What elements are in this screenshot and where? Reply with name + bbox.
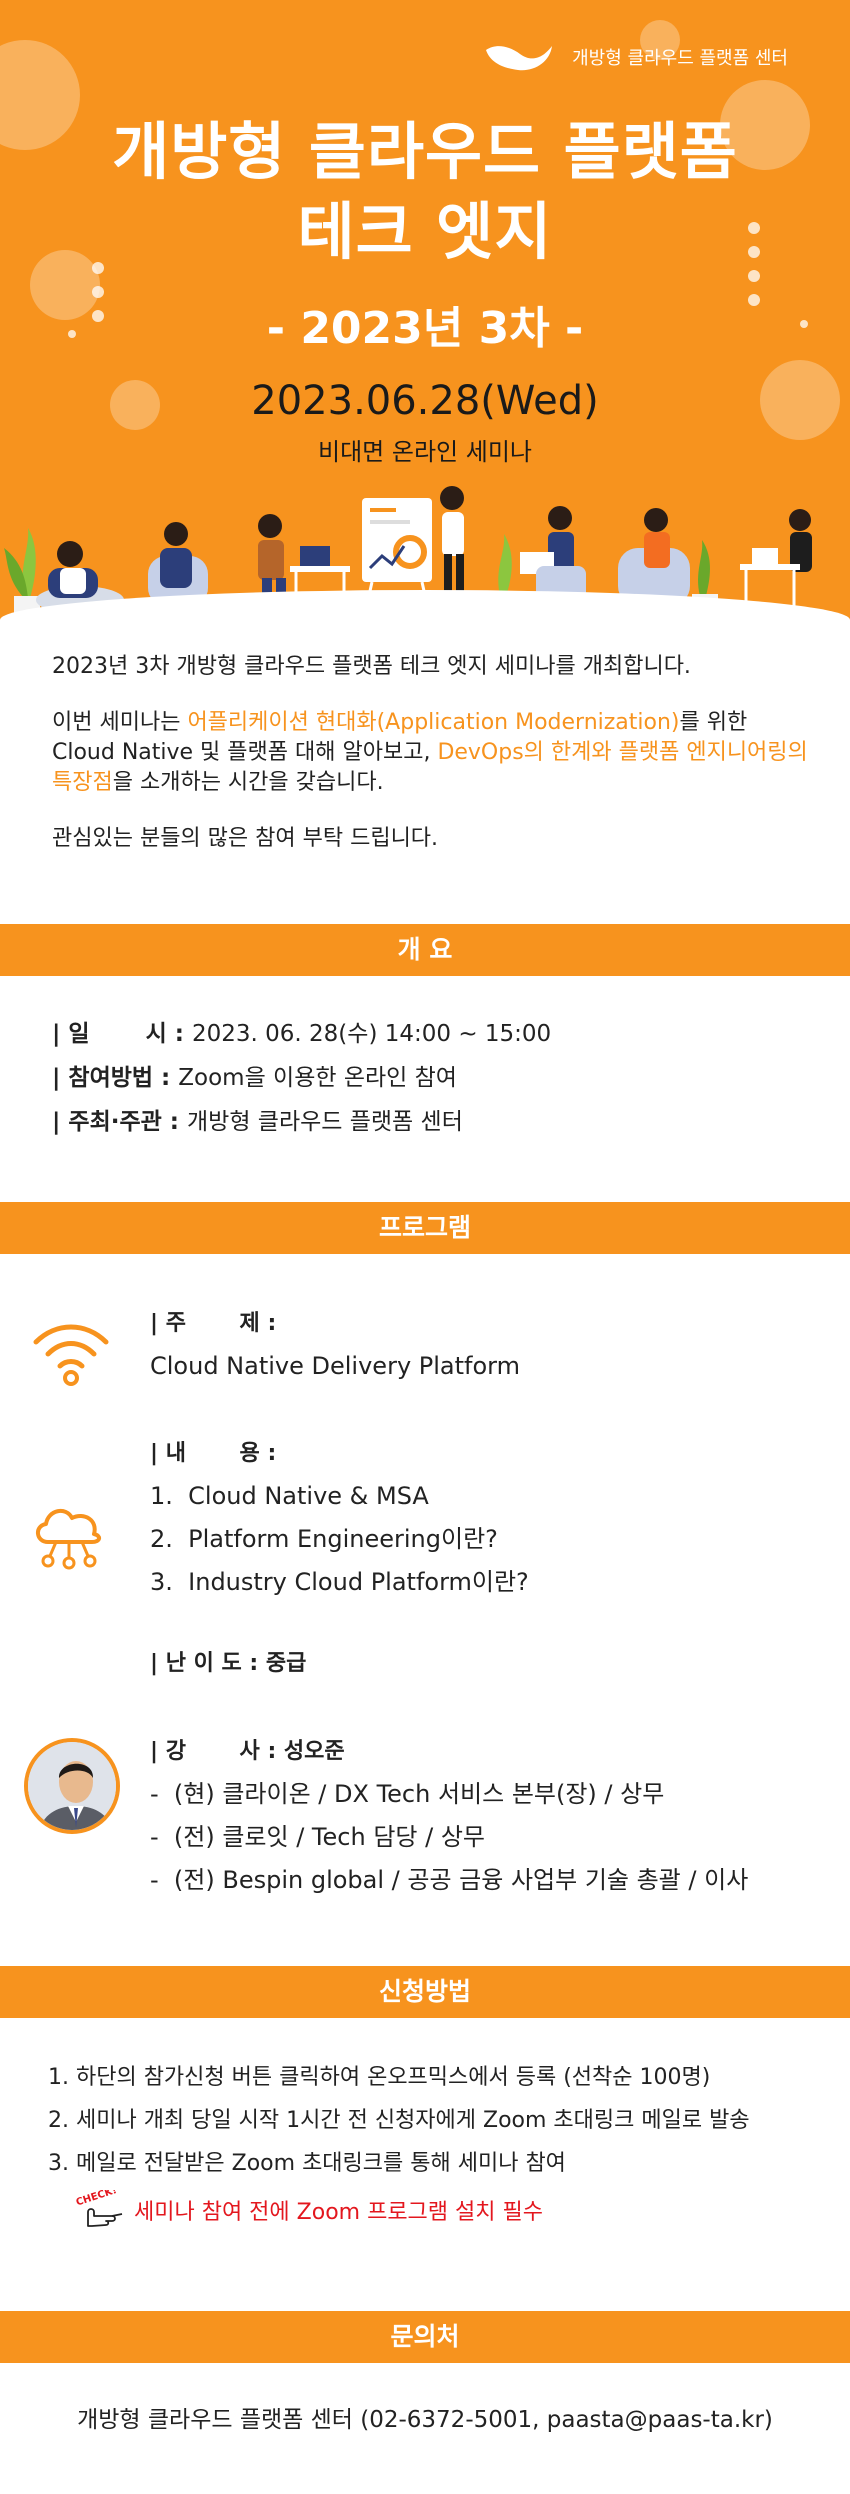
- program-level: | 난 이 도 : 중급: [150, 1642, 306, 1685]
- apply-steps: 1. 하단의 참가신청 버튼 클릭하여 온오프믹스에서 등록 (선착순 100명…: [48, 2056, 750, 2185]
- overview-row-method: | 참여방법 : Zoom을 이용한 온라인 참여: [52, 1056, 551, 1100]
- hero-title: 개방형 클라우드 플랫폼 테크 엣지: [0, 112, 850, 272]
- speaker-label: | 강 사 : 성오준: [150, 1739, 345, 1764]
- hero-round: - 2023년 3차 -: [266, 303, 584, 354]
- overview-value: 개방형 클라우드 플랫폼 센터: [187, 1109, 463, 1135]
- overview-value: Zoom을 이용한 온라인 참여: [178, 1065, 457, 1091]
- contents-item: 2. Platform Engineering이란?: [150, 1525, 498, 1553]
- program-speaker: | 강 사 : 성오준 - (현) 클라이온 / DX Tech 서비스 본부(…: [150, 1730, 748, 1902]
- overview-row-host: | 주최·주관 : 개방형 클라우드 플랫폼 센터: [52, 1100, 551, 1144]
- apply-step: 1. 하단의 참가신청 버튼 클릭하여 온오프믹스에서 등록 (선착순 100명…: [48, 2065, 711, 2090]
- intro-text-part: 이번 세미나는: [52, 710, 188, 735]
- section-header-apply: 신청방법: [0, 1966, 850, 2018]
- section-header-program: 프로그램: [0, 1202, 850, 1254]
- check-hand-icon: CHECK!: [76, 2190, 123, 2227]
- section-header-overview: 개 요: [0, 924, 850, 976]
- topic-value: Cloud Native Delivery Platform: [150, 1352, 520, 1380]
- speaker-career-item: - (전) Bespin global / 공공 금융 사업부 기술 총괄 / …: [150, 1866, 749, 1894]
- hero-title-line2: 테크 엣지: [297, 195, 553, 268]
- intro-paragraph-3: 관심있는 분들의 많은 참여 부탁 드립니다.: [52, 826, 439, 851]
- program-topic: | 주 제 : Cloud Native Delivery Platform: [150, 1302, 520, 1388]
- level-label: | 난 이 도 : 중급: [150, 1651, 307, 1676]
- overview-row-date: | 일 시 : 2023. 06. 28(수) 14:00 ~ 15:00: [52, 1012, 551, 1056]
- intro-paragraph-1: 2023년 3차 개방형 클라우드 플랫폼 테크 엣지 세미나를 개최합니다.: [52, 654, 691, 679]
- brand-logo: 개방형 클라우드 플랫폼 센터: [482, 40, 788, 74]
- intro-text-part: 을 소개하는 시간을 갖습니다.: [112, 770, 384, 795]
- contents-item: 3. Industry Cloud Platform이란?: [150, 1568, 529, 1596]
- intro-text: 2023년 3차 개방형 클라우드 플랫폼 테크 엣지 세미나를 개최합니다. …: [52, 652, 812, 880]
- speaker-photo: [28, 1742, 116, 1830]
- apply-step: 2. 세미나 개최 당일 시작 1시간 전 신청자에게 Zoom 초대링크 메일…: [48, 2108, 750, 2133]
- wifi-icon: [33, 1324, 109, 1386]
- hero-date: 2023.06.28(Wed): [251, 378, 599, 424]
- section-header-contact: 문의처: [0, 2311, 850, 2363]
- overview-label: | 일 시 :: [52, 1021, 192, 1047]
- overview-value: 2023. 06. 28(수) 14:00 ~ 15:00: [192, 1021, 552, 1047]
- brand-name: 개방형 클라우드 플랫폼 센터: [572, 48, 788, 69]
- overview-label: | 참여방법 :: [52, 1065, 179, 1091]
- note-text: 세미나 참여 전에 Zoom 프로그램 설치 필수: [134, 2200, 543, 2225]
- hero-title-line1: 개방형 클라우드 플랫폼: [112, 115, 738, 188]
- speaker-career-item: - (현) 클라이온 / DX Tech 서비스 본부(장) / 상무: [150, 1780, 665, 1808]
- cloud-logo-icon: [486, 46, 553, 71]
- check-badge: CHECK!: [76, 2190, 118, 2208]
- contents-label: | 내 용 :: [150, 1441, 277, 1466]
- plant-illustration: [4, 528, 40, 618]
- cloud-network-icon: [36, 1508, 101, 1570]
- contact-text: 개방형 클라우드 플랫폼 센터 (02-6372-5001, paasta@pa…: [77, 2407, 773, 2433]
- topic-label: | 주 제 :: [150, 1311, 277, 1336]
- hero-subtitle: 비대면 온라인 세미나: [318, 438, 532, 466]
- overview-list: | 일 시 : 2023. 06. 28(수) 14:00 ~ 15:00 | …: [52, 1012, 551, 1144]
- highlight-app-modernization: 어플리케이션 현대화(Application Modernization): [187, 710, 680, 735]
- hero-banner: 개방형 클라우드 플랫폼 센터 개방형 클라우드 플랫폼 테크 엣지 - 202…: [0, 0, 850, 620]
- apply-step: 3. 메일로 전달받은 Zoom 초대링크를 통해 세미나 참여: [48, 2151, 566, 2176]
- program-contents: | 내 용 : 1. Cloud Native & MSA 2. Platfor…: [150, 1432, 529, 1604]
- contents-item: 1. Cloud Native & MSA: [150, 1482, 429, 1510]
- intro-paragraph-2: 이번 세미나는 어플리케이션 현대화(Application Moderniza…: [52, 708, 812, 798]
- zoom-install-note: CHECK! 세미나 참여 전에 Zoom 프로그램 설치 필수: [76, 2190, 543, 2230]
- overview-label: | 주최·주관 :: [52, 1109, 187, 1135]
- speaker-avatar: [24, 1738, 120, 1834]
- speaker-career-item: - (전) 클로잇 / Tech 담당 / 상무: [150, 1823, 485, 1851]
